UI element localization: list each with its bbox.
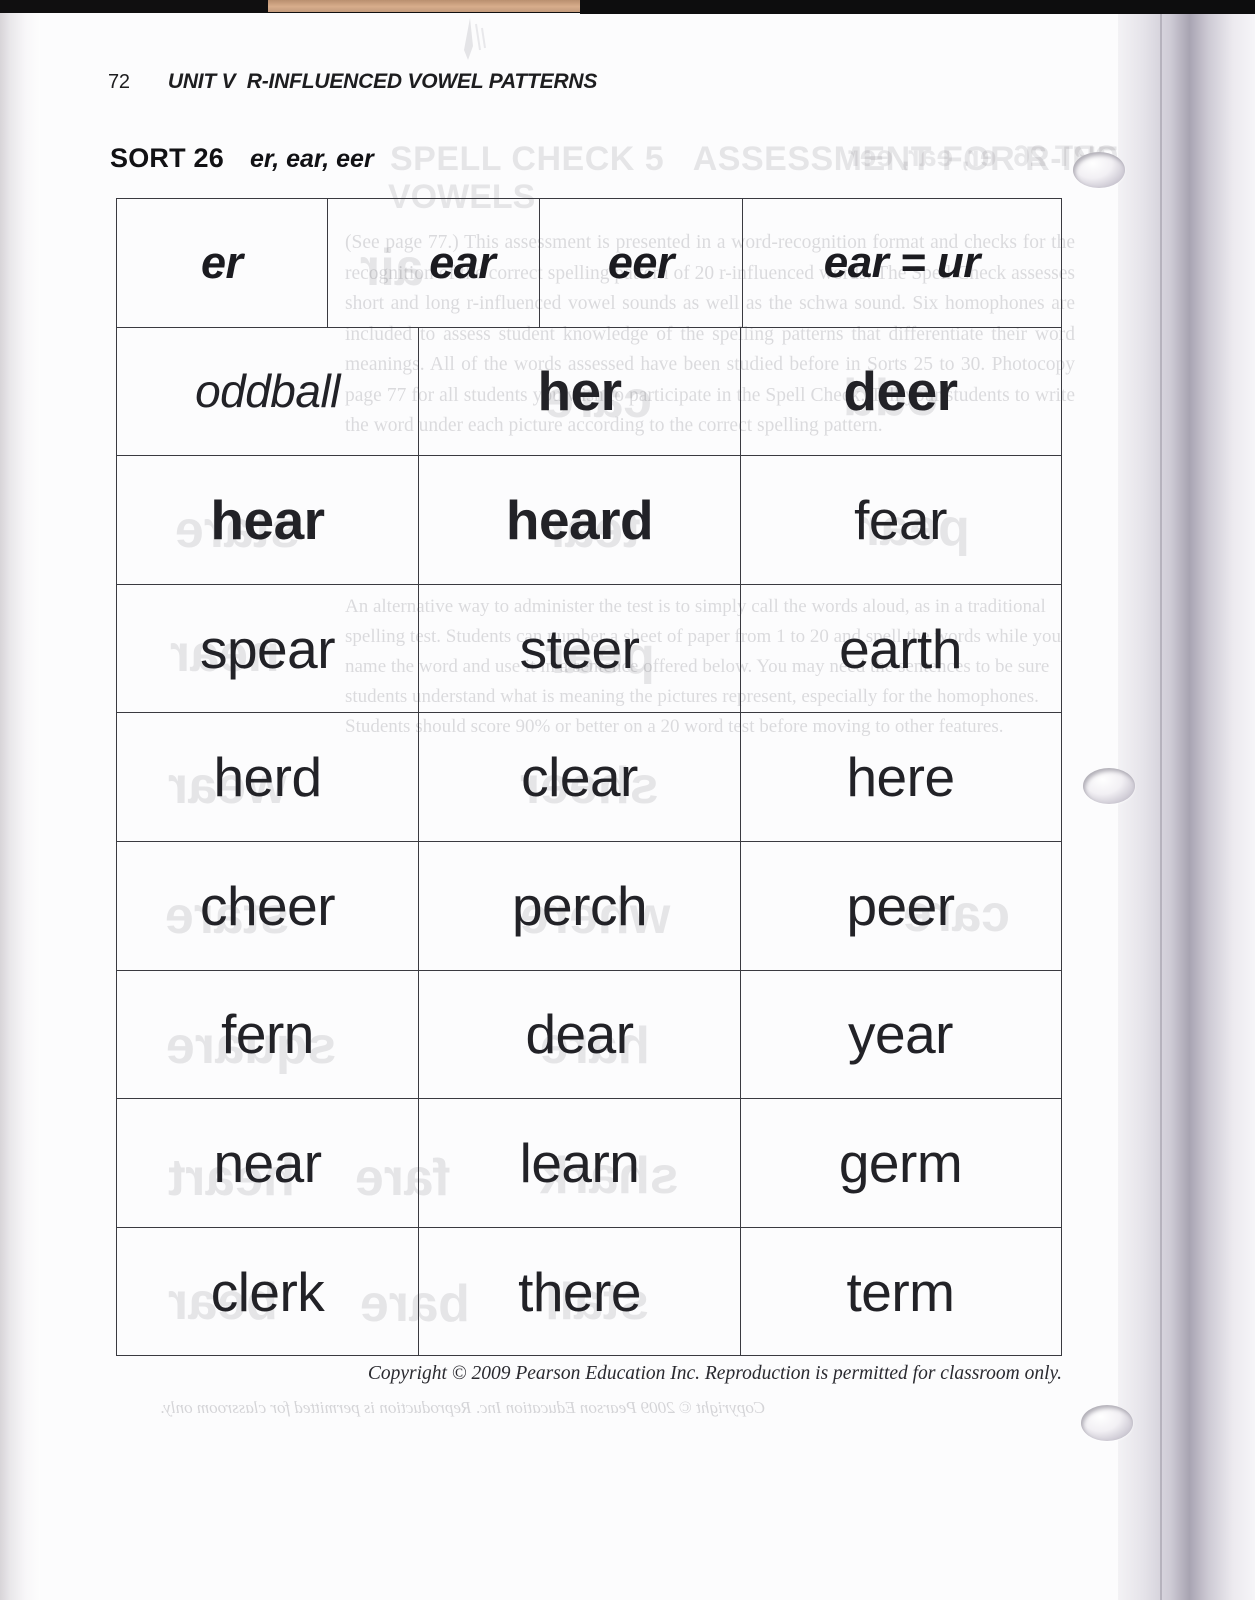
word-cell: learn [419, 1099, 741, 1227]
table-row: spear steer earth [117, 584, 1061, 714]
header-label-ear-ur: ear = ur [823, 237, 981, 287]
table-header-row: er ear eer ear = ur [117, 199, 1061, 328]
word-cell: peer [741, 842, 1060, 970]
word-label: hear [210, 488, 325, 551]
book-gutter-shadow [1118, 0, 1255, 1600]
word-label: deer [843, 360, 958, 423]
scanned-page: SPELL CHECK 5 ASSESSMENT FOR R-INFLUENCE… [0, 0, 1255, 1600]
word-cell: clerk [117, 1227, 419, 1357]
word-label: fear [854, 488, 947, 551]
bleed-copyright-mirror: Copyright © 2009 Pearson Education Inc. … [160, 1398, 766, 1417]
sort-pattern: er, ear, eer [249, 145, 374, 173]
running-head: 72 UNIT V R-INFLUENCED VOWEL PATTERNS [108, 70, 597, 94]
word-cell: near [117, 1099, 419, 1227]
word-cell: there [419, 1227, 741, 1357]
scanner-top-tan-patch [268, 0, 580, 12]
running-head-title: UNIT V R-INFLUENCED VOWEL PATTERNS [167, 70, 598, 93]
table-row: oddball her deer [117, 327, 1061, 457]
word-cell: year [741, 971, 1060, 1099]
word-label: spear [199, 617, 336, 680]
header-label-er: er [201, 236, 243, 288]
word-cell: cheer [117, 841, 419, 970]
word-label: clerk [210, 1261, 325, 1324]
scanner-top-bar-right [580, 0, 1255, 14]
word-cell: clear [419, 713, 741, 841]
word-label: oddball [195, 365, 340, 418]
page-left-edge-shadow [0, 13, 40, 1600]
hole-punch-bottom [1081, 1405, 1133, 1441]
word-cell: fern [117, 970, 419, 1099]
header-cell-ear-ur: ear = ur [743, 199, 1061, 327]
word-label: germ [838, 1131, 963, 1194]
word-cell: deer [741, 328, 1060, 456]
word-label: term [846, 1261, 956, 1324]
header-cell-er: er [117, 199, 328, 327]
header-cell-eer: eer [540, 199, 743, 327]
word-cell: oddball [117, 327, 419, 456]
word-cell: here [741, 713, 1060, 841]
word-cell: spear [117, 584, 419, 713]
scan-smudge-mark [464, 18, 486, 60]
hole-punch-middle [1083, 768, 1135, 804]
table-row: clerk there term [117, 1227, 1061, 1357]
page-number: 72 [108, 71, 130, 93]
sort-label: SORT 26 [110, 143, 224, 173]
word-label: heard [505, 488, 654, 551]
word-cell: hear [117, 456, 419, 584]
word-cell: earth [741, 585, 1060, 713]
word-cell: herd [117, 713, 419, 841]
header-label-ear: ear [429, 236, 496, 288]
word-cell: dear [419, 970, 741, 1099]
word-label: peer [846, 874, 955, 937]
table-row: hear heard fear [117, 456, 1061, 585]
word-label: clear [521, 746, 638, 809]
word-cell: fear [741, 456, 1060, 584]
word-cell: steer [419, 584, 741, 713]
page-right-edge-line [1160, 13, 1162, 1600]
word-label: herd [213, 746, 322, 809]
word-label: her [537, 360, 622, 423]
word-label: perch [511, 874, 648, 937]
word-label: there [518, 1261, 641, 1324]
word-label: learn [519, 1131, 640, 1194]
header-label-eer: eer [607, 236, 675, 288]
table-row: near learn germ [117, 1099, 1061, 1228]
word-sort-table: er ear eer ear = ur oddball her deer hear he… [116, 198, 1062, 1357]
table-row: fern dear year [117, 970, 1061, 1100]
header-spacer-cell [328, 199, 386, 327]
word-label: near [213, 1131, 322, 1194]
copyright-notice: Copyright © 2009 Pearson Education Inc. … [367, 1363, 1062, 1384]
table-row: cheer perch peer [117, 841, 1061, 971]
word-label: fern [221, 1003, 314, 1066]
word-cell: heard [419, 456, 741, 584]
hole-punch-top [1073, 152, 1125, 188]
table-row: herd clear here [117, 713, 1061, 842]
word-cell: term [741, 1228, 1060, 1357]
word-cell: germ [741, 1099, 1060, 1227]
word-cell: perch [419, 841, 741, 970]
word-label: dear [525, 1003, 634, 1066]
word-label: here [846, 746, 955, 809]
sort-title: SORT 26 er, ear, eer [110, 143, 374, 174]
word-label: cheer [199, 874, 336, 937]
word-label: earth [839, 617, 962, 680]
word-label: year [848, 1003, 954, 1066]
header-cell-ear: ear [385, 199, 541, 327]
word-label: steer [519, 617, 640, 680]
word-cell: her [419, 327, 741, 456]
